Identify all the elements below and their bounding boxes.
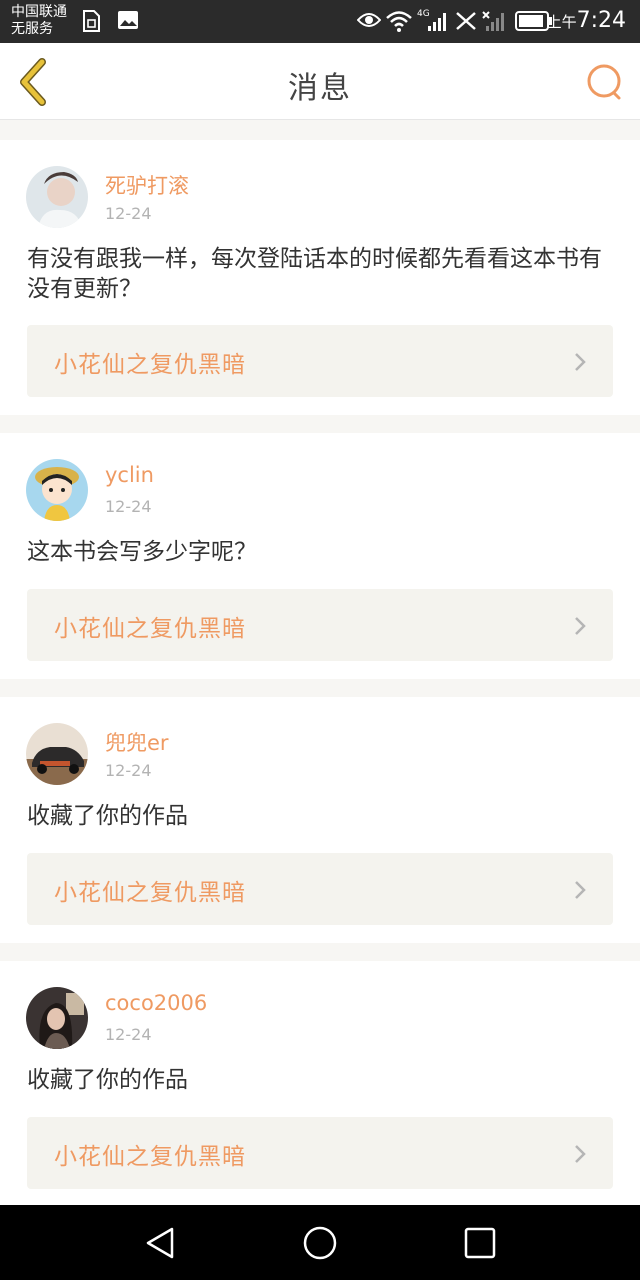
chevron-right-icon <box>575 353 586 371</box>
signal-icon <box>428 13 446 31</box>
message-card: yclin 12-24 这本书会写多少字呢？ 小花仙之复仇黑暗 <box>0 433 640 679</box>
book-link[interactable]: 小花仙之复仇黑暗 <box>27 853 613 925</box>
message-text: 有没有跟我一样，每次登陆话本的时候都先看看这本书有没有更新？ <box>27 246 602 302</box>
carrier-name: 中国联通 <box>11 4 67 20</box>
image-icon <box>118 11 138 29</box>
square-recents-icon[interactable] <box>462 1225 498 1261</box>
avatar[interactable] <box>26 723 88 785</box>
chevron-right-icon <box>575 617 586 635</box>
username[interactable]: 兜兜er <box>105 727 169 757</box>
username[interactable]: yclin <box>105 463 154 487</box>
triangle-back-icon[interactable] <box>142 1225 178 1261</box>
book-title: 小花仙之复仇黑暗 <box>54 616 246 642</box>
avatar[interactable] <box>26 166 88 228</box>
message-date: 12-24 <box>105 1025 152 1044</box>
app-header: 消息 <box>0 43 640 120</box>
sim-card-icon <box>83 10 100 32</box>
username[interactable]: coco2006 <box>105 991 207 1015</box>
message-date: 12-24 <box>105 497 152 516</box>
eye-icon <box>357 13 381 27</box>
no-signal-icon <box>456 12 476 30</box>
message-card: coco2006 12-24 收藏了你的作品 小花仙之复仇黑暗 <box>0 961 640 1205</box>
message-card: 死驴打滚 12-24 有没有跟我一样，每次登陆话本的时候都先看看这本书有没有更新… <box>0 140 640 415</box>
wifi-icon <box>386 11 412 32</box>
clock: 上午7:24 <box>547 8 626 35</box>
book-title: 小花仙之复仇黑暗 <box>54 1144 246 1170</box>
message-text: 这本书会写多少字呢？ <box>27 539 257 565</box>
book-title: 小花仙之复仇黑暗 <box>54 352 246 378</box>
message-date: 12-24 <box>105 204 152 223</box>
username[interactable]: 死驴打滚 <box>105 170 189 200</box>
system-nav-bar <box>0 1205 640 1280</box>
search-icon[interactable] <box>586 63 624 101</box>
page-title: 消息 <box>288 71 352 106</box>
time-value: 7:24 <box>576 8 626 33</box>
message-card: 兜兜er 12-24 收藏了你的作品 小花仙之复仇黑暗 <box>0 697 640 943</box>
service-status: 无服务 <box>11 21 53 37</box>
book-link[interactable]: 小花仙之复仇黑暗 <box>27 589 613 661</box>
time-prefix: 上午 <box>546 13 577 31</box>
status-bar: 中国联通 无服务 4G 上午7:24 <box>0 0 640 43</box>
book-link[interactable]: 小花仙之复仇黑暗 <box>27 325 613 397</box>
message-text: 收藏了你的作品 <box>27 1067 188 1093</box>
avatar[interactable] <box>26 987 88 1049</box>
message-date: 12-24 <box>105 761 152 780</box>
chevron-right-icon <box>575 1145 586 1163</box>
avatar[interactable] <box>26 459 88 521</box>
chevron-right-icon <box>575 881 586 899</box>
circle-home-icon[interactable] <box>302 1225 338 1261</box>
book-title: 小花仙之复仇黑暗 <box>54 880 246 906</box>
carrier-info: 中国联通 无服务 <box>11 4 67 38</box>
book-link[interactable]: 小花仙之复仇黑暗 <box>27 1117 613 1189</box>
message-text: 收藏了你的作品 <box>27 803 188 829</box>
signal-empty-icon <box>482 11 504 31</box>
